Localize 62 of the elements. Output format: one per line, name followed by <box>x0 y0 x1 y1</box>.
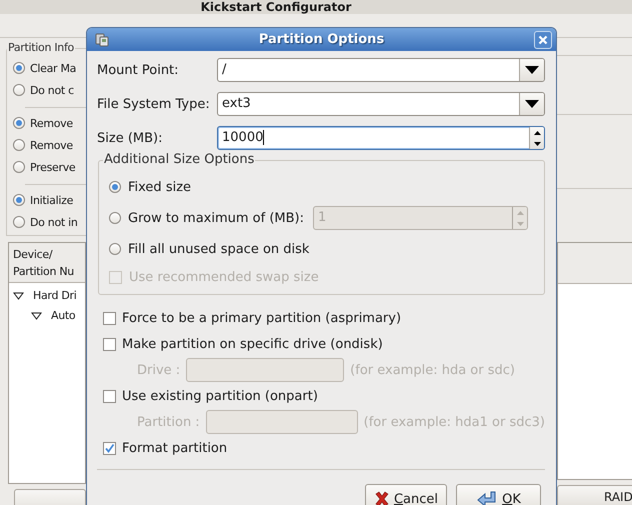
checkbox[interactable] <box>103 338 116 350</box>
field-label: Size (MB): <box>97 130 164 146</box>
checkbox[interactable] <box>103 442 116 454</box>
raid-button[interactable]: RAID <box>557 485 632 505</box>
radio-label: Remove <box>30 138 73 152</box>
cancel-x-icon <box>374 491 390 505</box>
checkbox-label: Force to be a primary partition (asprimary) <box>122 310 402 326</box>
dropdown-arrow-icon[interactable] <box>525 66 539 74</box>
dropdown-arrow-icon[interactable] <box>525 100 539 108</box>
dialog-title: Partition Options <box>258 32 386 47</box>
button[interactable] <box>14 489 86 505</box>
radio-label: Fixed size <box>128 180 192 194</box>
radio-label: Do not in <box>30 216 78 228</box>
cancel-button[interactable]: Cancel <box>365 484 447 505</box>
down-arrow-icon[interactable] <box>534 142 540 146</box>
radio-button[interactable] <box>13 161 25 173</box>
checkbox-label: Use recommended swap size <box>129 270 319 284</box>
checkbox-label: Make partition on specific drive (ondisk) <box>122 336 383 352</box>
field-label: File System Type: <box>97 96 211 112</box>
radio-button[interactable] <box>109 181 121 193</box>
field-label: Partition : <box>137 414 200 430</box>
radio-label: Initialize <box>30 194 74 206</box>
close-icon[interactable] <box>538 34 548 44</box>
column-header[interactable]: Device/ Partition Nu <box>9 243 85 283</box>
field-label: Mount Point: <box>97 62 180 78</box>
ok-button[interactable]: OK <box>456 484 541 505</box>
radio-label: Fill all unused space on disk <box>128 242 310 256</box>
radio-label: Do not c <box>30 84 74 96</box>
up-arrow-icon[interactable] <box>534 130 540 134</box>
radio-label: Preserve <box>30 160 76 174</box>
combo-box[interactable]: / <box>217 58 545 82</box>
checkbox-label: Format partition <box>122 440 228 456</box>
window-title: Kickstart Configurator <box>200 1 352 14</box>
tree-item[interactable]: Hard Dri <box>33 289 76 302</box>
collapse-triangle-icon[interactable] <box>31 312 42 320</box>
radio-button[interactable] <box>13 216 25 228</box>
radio-button[interactable] <box>13 139 25 151</box>
close-button[interactable] <box>534 30 552 48</box>
radio-label: Grow to maximum of (MB): <box>128 210 304 226</box>
tree-item[interactable]: Auto <box>51 309 76 322</box>
collapse-triangle-icon[interactable] <box>13 292 24 300</box>
column-header[interactable] <box>558 242 632 284</box>
field-label: Drive : <box>137 362 180 378</box>
radio-button[interactable] <box>13 84 25 96</box>
radio-button[interactable] <box>13 62 25 74</box>
checkbox[interactable] <box>103 312 116 324</box>
computer-icon <box>95 32 109 46</box>
hint-text: (for example: hda or sdc) <box>350 362 515 378</box>
hint-text: (for example: hda1 or sdc3) <box>364 414 545 430</box>
radio-button[interactable] <box>109 212 121 224</box>
group-title: Partition Info <box>7 41 75 54</box>
group-title: Additional Size Options <box>103 152 256 167</box>
radio-button[interactable] <box>109 243 121 255</box>
radio-label: Clear Ma <box>30 62 76 74</box>
return-arrow-icon <box>476 490 498 505</box>
combo-box[interactable]: ext3 <box>217 92 545 116</box>
checkbox-label: Use existing partition (onpart) <box>122 388 318 404</box>
radio-button[interactable] <box>13 117 25 129</box>
radio-label: Remove <box>30 116 73 130</box>
checkbox[interactable] <box>103 390 116 402</box>
radio-button[interactable] <box>13 194 25 206</box>
spin-field[interactable]: 10000 <box>217 126 545 150</box>
